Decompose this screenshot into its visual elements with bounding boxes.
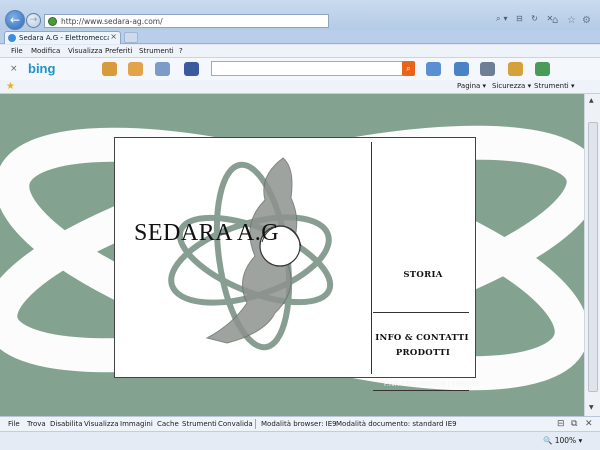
scroll-thumb[interactable]: [588, 122, 598, 392]
dev-pin-icon[interactable]: ⊟: [557, 419, 565, 429]
atom-logo-graphic: [168, 157, 334, 351]
nav-prodotti[interactable]: PRODOTTI: [373, 348, 473, 358]
cmd-pagina[interactable]: Pagina ▾: [457, 82, 486, 90]
address-actions[interactable]: ⌕▾ ⊟ ↻ ✕: [496, 14, 556, 24]
divider-1: [373, 312, 469, 313]
dev-visualizza[interactable]: Visualizza: [84, 420, 118, 428]
command-bar: ★ Pagina ▾ Sicurezza ▾ Strumenti ▾: [0, 80, 600, 94]
site-globe-icon: [48, 17, 57, 26]
facebook-icon[interactable]: [184, 62, 199, 76]
new-tab-button[interactable]: [124, 32, 138, 43]
developer-tools-bar: File Trova Disabilita Visualizza Immagin…: [0, 416, 600, 431]
page-viewport: SEDARA A.G STORIA PRODOTTI P.IVA 0332480…: [0, 94, 584, 416]
tab-bar: Sedara A.G - Elettromeccan... ×: [0, 30, 600, 44]
scroll-down-icon[interactable]: ▼: [589, 404, 594, 411]
dev-close-icon[interactable]: ✕: [585, 419, 593, 429]
dev-document-mode[interactable]: Modalità documento: standard IE9: [336, 420, 457, 428]
add-favorites-icon[interactable]: ★: [6, 81, 15, 92]
menu-modifica[interactable]: Modifica: [31, 47, 60, 55]
dev-file[interactable]: File: [8, 420, 20, 428]
dev-convalida[interactable]: Convalida: [218, 420, 253, 428]
menu-bar: File Modifica Visualizza Preferiti Strum…: [0, 45, 600, 58]
nav-storia[interactable]: STORIA: [373, 270, 473, 280]
cmd-strumenti[interactable]: Strumenti ▾: [534, 82, 575, 90]
movies-icon[interactable]: [480, 62, 495, 76]
back-button[interactable]: ←: [5, 10, 25, 30]
dev-undock-icon[interactable]: ⧉: [571, 419, 577, 429]
bing-toolbar: × bing ⌕: [0, 58, 600, 80]
mail-icon[interactable]: [102, 62, 117, 76]
tab-close-icon[interactable]: ×: [110, 32, 117, 41]
bing-search-input[interactable]: [211, 61, 403, 76]
vertical-scrollbar[interactable]: ▲ ▼: [584, 94, 600, 416]
browser-titlebar: ← → http://www.sedara-ag.com/ ⌕▾ ⊟ ↻ ✕ ⌂…: [0, 0, 600, 30]
menu-visualizza[interactable]: Visualizza: [68, 47, 102, 55]
like-icon[interactable]: [426, 62, 441, 76]
ie-favicon-icon: [8, 34, 16, 42]
dev-separator: [255, 419, 256, 429]
dev-strumenti[interactable]: Strumenti: [182, 420, 217, 428]
weather-icon[interactable]: [128, 62, 143, 76]
menu-file[interactable]: File: [11, 47, 23, 55]
footer-piva-credits[interactable]: P.IVA 03324800139 | CREDITS: [384, 381, 479, 388]
brand-title: SEDARA A.G: [134, 220, 280, 246]
dev-immagini[interactable]: Immagini: [120, 420, 153, 428]
back-arrow-icon: ←: [9, 13, 21, 27]
chat-icon[interactable]: [454, 62, 469, 76]
home-icon[interactable]: ⌂: [552, 15, 558, 26]
address-url[interactable]: http://www.sedara-ag.com/: [61, 16, 163, 27]
bing-close-icon[interactable]: ×: [10, 64, 18, 74]
bing-search-button[interactable]: ⌕: [402, 61, 415, 76]
divider-2: [373, 390, 469, 391]
scroll-up-icon[interactable]: ▲: [589, 97, 594, 104]
news-icon[interactable]: [155, 62, 170, 76]
menu-strumenti[interactable]: Strumenti: [139, 47, 174, 55]
tab-sedara[interactable]: Sedara A.G - Elettromeccan... ×: [4, 31, 121, 44]
tools-icon[interactable]: [508, 62, 523, 76]
forward-arrow-icon: →: [29, 15, 38, 25]
status-bar: 🔍 100% ▾: [0, 431, 600, 450]
settings-gear-icon[interactable]: ⚙: [582, 15, 591, 26]
nav-info-contatti[interactable]: INFO & CONTATTI: [372, 333, 472, 343]
zoom-level[interactable]: 🔍 100% ▾: [543, 436, 582, 445]
globe-icon[interactable]: [535, 62, 550, 76]
menu-help[interactable]: ?: [179, 47, 183, 55]
forward-button[interactable]: →: [26, 13, 41, 28]
dev-browser-mode[interactable]: Modalità browser: IE9: [261, 420, 337, 428]
dev-trova[interactable]: Trova: [27, 420, 46, 428]
dev-disabilita[interactable]: Disabilita: [50, 420, 83, 428]
address-bar[interactable]: http://www.sedara-ag.com/: [44, 14, 329, 28]
menu-preferiti[interactable]: Preferiti: [105, 47, 132, 55]
dev-cache[interactable]: Cache: [157, 420, 179, 428]
cmd-sicurezza[interactable]: Sicurezza ▾: [492, 82, 531, 90]
tab-label: Sedara A.G - Elettromeccan...: [19, 34, 109, 42]
favorites-star-icon[interactable]: ☆: [567, 15, 576, 26]
bing-logo: bing: [28, 61, 56, 76]
